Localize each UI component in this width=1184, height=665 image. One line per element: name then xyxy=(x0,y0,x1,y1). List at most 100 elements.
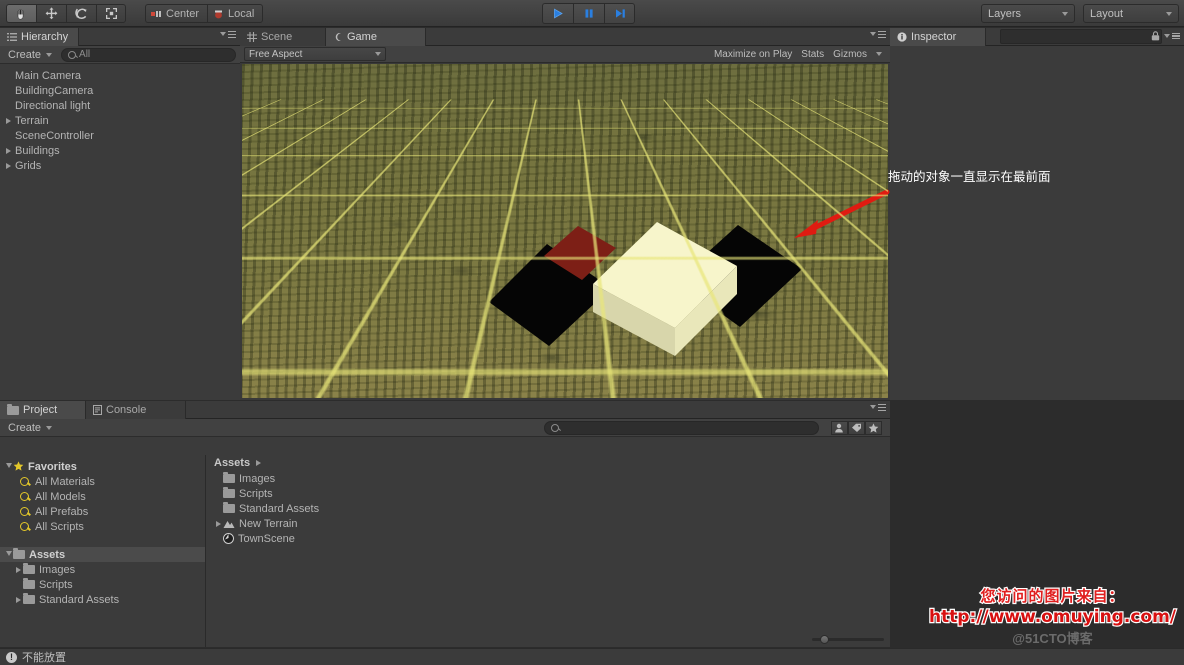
hierarchy-item[interactable]: Terrain xyxy=(0,113,240,128)
pivot-center-button[interactable]: Center xyxy=(145,4,208,23)
inspector-panel: Inspector xyxy=(890,28,1184,400)
aspect-ratio-dropdown[interactable]: Free Aspect xyxy=(244,47,386,61)
search-saved-icon xyxy=(20,477,29,486)
breadcrumb[interactable]: Assets xyxy=(206,455,890,471)
hierarchy-item[interactable]: Main Camera xyxy=(0,68,240,83)
hand-tool[interactable] xyxy=(6,4,36,23)
favorite-item[interactable]: All Scripts xyxy=(0,519,205,534)
favorites-header[interactable]: Favorites xyxy=(0,459,205,474)
project-tabbar: Project Console xyxy=(0,401,890,419)
layers-dropdown[interactable]: Layers xyxy=(981,4,1075,23)
gizmos-dropdown[interactable]: Gizmos xyxy=(833,49,867,60)
lock-icon[interactable] xyxy=(1151,31,1160,41)
content-item-label: New Terrain xyxy=(239,517,298,530)
chevron-right-icon[interactable] xyxy=(14,596,23,603)
inspector-panel-menu[interactable] xyxy=(1151,31,1180,41)
content-item[interactable]: Scripts xyxy=(206,486,890,501)
project-panel: Project Console Create Favorites All Mat… xyxy=(0,401,890,647)
step-button[interactable] xyxy=(604,3,635,24)
hamburger-icon xyxy=(228,31,236,38)
project-create-button[interactable]: Create xyxy=(4,420,56,435)
project-panel-menu[interactable] xyxy=(870,404,886,411)
search-saved-icon xyxy=(20,492,29,501)
gameview-panel-menu[interactable] xyxy=(870,31,886,38)
maximize-on-play-toggle[interactable]: Maximize on Play xyxy=(714,49,792,60)
asset-tree-item[interactable]: Images xyxy=(0,562,205,577)
hierarchy-item-label: Directional light xyxy=(15,99,91,112)
rotate-tool[interactable] xyxy=(66,4,96,23)
tab-game[interactable]: Game xyxy=(326,28,426,46)
play-button[interactable] xyxy=(542,3,573,24)
chevron-down-icon[interactable] xyxy=(4,550,13,559)
tag-filter-icon[interactable] xyxy=(848,420,865,435)
hierarchy-item-label: Terrain xyxy=(15,114,49,127)
layout-dropdown[interactable]: Layout xyxy=(1083,4,1179,23)
hierarchy-search-input[interactable]: All xyxy=(61,47,236,62)
hierarchy-panel-menu[interactable] xyxy=(220,31,236,38)
chevron-right-icon[interactable] xyxy=(14,566,23,573)
hierarchy-item[interactable]: BuildingCamera xyxy=(0,83,240,98)
favorite-filter-icon[interactable] xyxy=(865,420,882,435)
move-tool[interactable] xyxy=(36,4,66,23)
hierarchy-create-button[interactable]: Create xyxy=(4,47,56,62)
hierarchy-item[interactable]: Directional light xyxy=(0,98,240,113)
hierarchy-icon xyxy=(7,33,17,41)
favorite-item-label: All Materials xyxy=(35,475,95,488)
content-item[interactable]: Standard Assets xyxy=(206,501,890,516)
tab-project[interactable]: Project xyxy=(0,401,86,419)
chevron-right-icon[interactable] xyxy=(4,117,13,124)
assets-folder-row[interactable]: Assets xyxy=(0,547,205,562)
tab-console[interactable]: Console xyxy=(86,401,186,419)
pause-button[interactable] xyxy=(573,3,604,24)
hierarchy-body: Create All Main Camera BuildingCamera Dire… xyxy=(0,46,240,400)
inspector-search-input[interactable] xyxy=(1000,29,1162,44)
cream-box[interactable] xyxy=(587,204,747,374)
chevron-right-icon[interactable] xyxy=(4,162,13,169)
chevron-right-icon[interactable] xyxy=(4,147,13,154)
project-horizontal-scrollbar[interactable] xyxy=(208,635,770,645)
pivot-local-button[interactable]: Local xyxy=(207,4,264,23)
project-body: Create Favorites All Materials All Model… xyxy=(0,419,890,647)
content-item[interactable]: New Terrain xyxy=(206,516,890,531)
hierarchy-item[interactable]: Grids xyxy=(0,158,240,173)
layers-label: Layers xyxy=(988,7,1022,20)
status-bar[interactable]: ! 不能放置 xyxy=(0,648,1184,665)
project-sidebar: Favorites All Materials All Models All Pref… xyxy=(0,455,206,647)
favorite-item[interactable]: All Materials xyxy=(0,474,205,489)
hierarchy-item[interactable]: Buildings xyxy=(0,143,240,158)
asset-tree-item[interactable]: Standard Assets xyxy=(0,592,205,607)
favorite-item[interactable]: All Models xyxy=(0,489,205,504)
hierarchy-create-label: Create xyxy=(8,48,42,61)
folder-icon xyxy=(223,487,235,498)
hierarchy-search-placeholder: All xyxy=(79,49,91,60)
person-filter-icon[interactable] xyxy=(831,420,848,435)
favorite-item[interactable]: All Prefabs xyxy=(0,504,205,519)
chevron-down-icon xyxy=(1166,11,1172,16)
tab-inspector[interactable]: Inspector xyxy=(890,28,986,46)
tab-scene[interactable]: Scene xyxy=(240,28,326,46)
content-item[interactable]: TownScene xyxy=(206,531,890,546)
chevron-down-icon[interactable] xyxy=(4,462,13,471)
folder-icon xyxy=(7,403,19,415)
scale-tool[interactable] xyxy=(96,4,126,23)
content-item-label: Standard Assets xyxy=(239,502,320,515)
main-toolbar: Center Local Layers Layout xyxy=(0,0,1184,27)
hierarchy-item[interactable]: SceneController xyxy=(0,128,240,143)
inspector-body xyxy=(890,46,1184,400)
content-item-label: Images xyxy=(239,472,276,485)
project-zoom-slider[interactable] xyxy=(812,634,884,644)
zoom-slider-knob[interactable] xyxy=(820,634,829,644)
terrain-icon xyxy=(223,519,235,529)
project-search-input[interactable] xyxy=(544,420,819,435)
watermark-line-3: @51CTO博客 xyxy=(1012,631,1093,646)
content-item[interactable]: Images xyxy=(206,471,890,486)
chevron-right-icon[interactable] xyxy=(214,520,223,527)
stats-toggle[interactable]: Stats xyxy=(801,49,824,60)
chevron-down-icon xyxy=(220,32,226,37)
asset-tree-item[interactable]: Scripts xyxy=(0,577,205,592)
chevron-right-icon xyxy=(254,460,263,466)
tab-hierarchy[interactable]: Hierarchy xyxy=(0,28,80,46)
aspect-ratio-label: Free Aspect xyxy=(249,48,303,60)
info-icon xyxy=(897,32,907,42)
warning-icon: ! xyxy=(6,651,17,663)
